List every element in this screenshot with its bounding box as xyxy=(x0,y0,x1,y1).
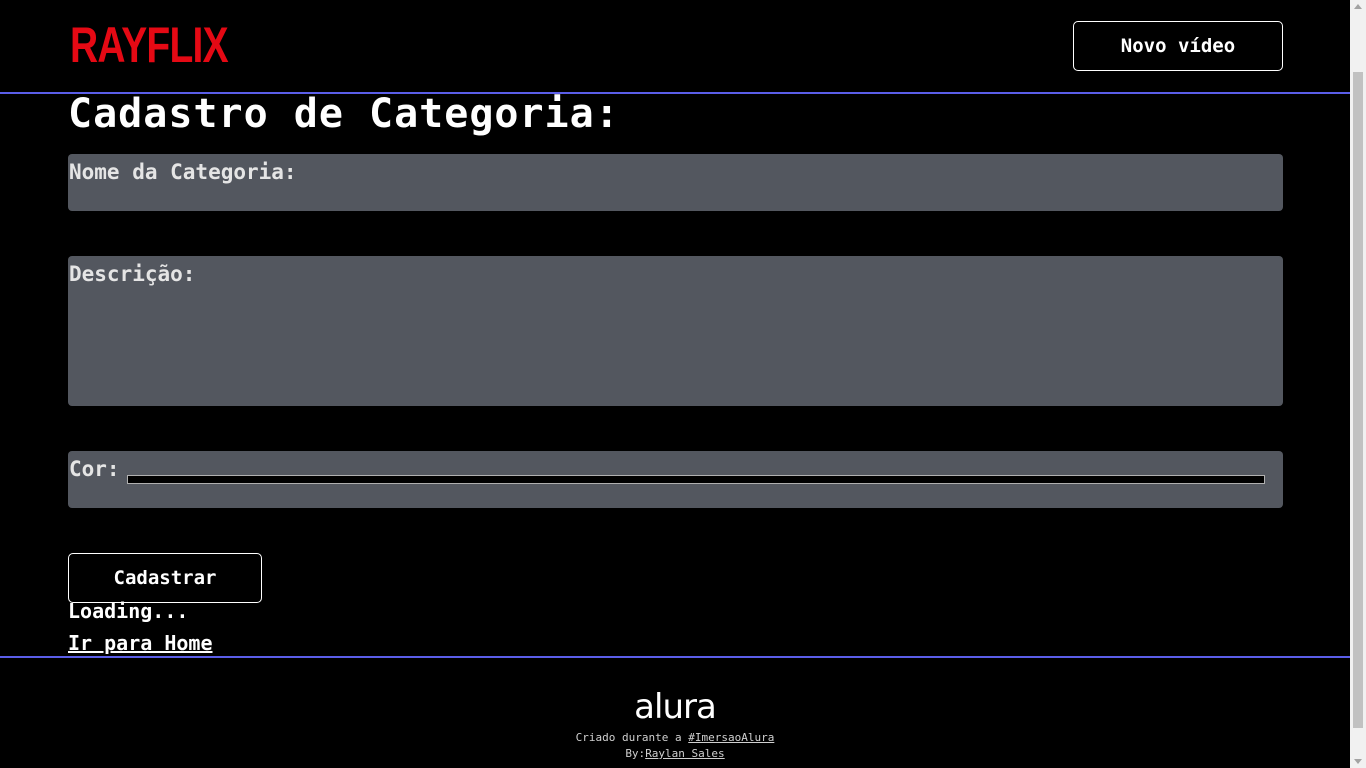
description-field[interactable]: Descrição: xyxy=(68,256,1283,406)
footer-by-prefix: By: xyxy=(625,747,646,760)
footer: alura Criado durante a #ImersaoAlura By:… xyxy=(0,656,1350,768)
imersao-alura-link[interactable]: #ImersaoAlura xyxy=(688,731,774,744)
scroll-up-icon[interactable] xyxy=(1354,4,1362,9)
submit-button[interactable]: Cadastrar xyxy=(68,553,262,603)
color-label: Cor: xyxy=(69,457,120,481)
alura-logo[interactable]: alura xyxy=(0,688,1350,726)
category-name-label: Nome da Categoria: xyxy=(69,160,297,184)
description-label: Descrição: xyxy=(69,262,196,286)
author-link[interactable]: Raylan Sales xyxy=(645,747,724,760)
home-link[interactable]: Ir para Home xyxy=(68,631,213,655)
page-title: Cadastro de Categoria: xyxy=(68,91,620,137)
page: RAYFLIX Novo vídeo Cadastro de Categoria… xyxy=(0,0,1350,768)
new-video-button[interactable]: Novo vídeo xyxy=(1073,21,1283,71)
scroll-down-icon[interactable] xyxy=(1354,759,1362,764)
loading-text: Loading... xyxy=(68,599,189,623)
scroll-thumb[interactable] xyxy=(1353,72,1363,728)
header: RAYFLIX Novo vídeo xyxy=(0,0,1350,94)
rayflix-logo[interactable]: RAYFLIX xyxy=(70,16,229,74)
footer-by-line: By:Raylan Sales xyxy=(0,747,1350,761)
color-field: Cor: xyxy=(68,451,1283,508)
footer-created-prefix: Criado durante a xyxy=(575,731,689,744)
color-picker-input[interactable] xyxy=(127,475,1265,484)
page-scrollbar[interactable] xyxy=(1350,0,1366,768)
footer-created-line: Criado durante a #ImersaoAlura xyxy=(0,731,1350,745)
category-name-field[interactable]: Nome da Categoria: xyxy=(68,154,1283,211)
